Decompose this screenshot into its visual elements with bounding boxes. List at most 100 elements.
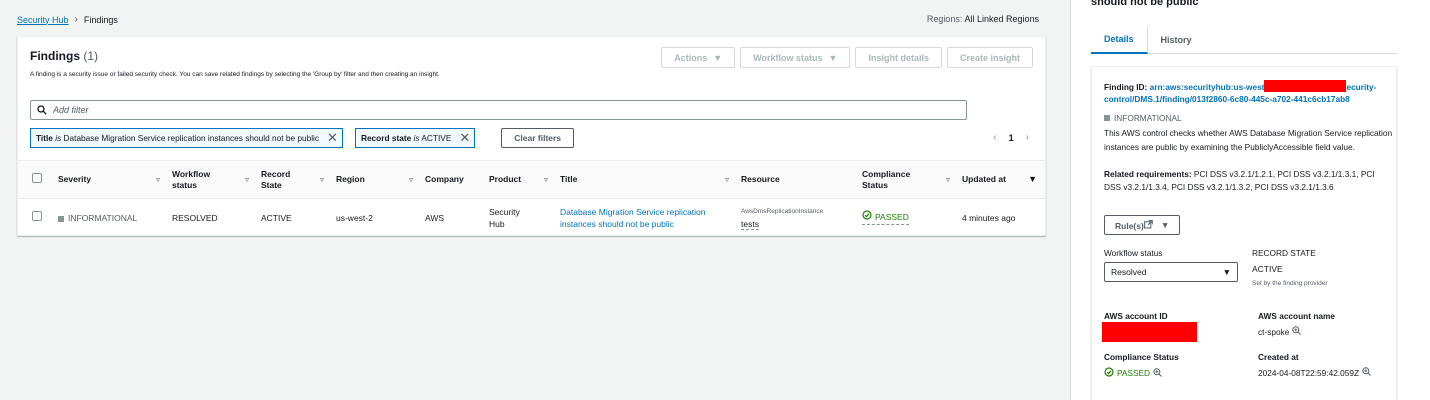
caret-down-icon: ▼ — [713, 52, 723, 63]
sort-icon: ▿ — [724, 175, 729, 184]
workflow-status-label: Workflow status — [1104, 248, 1163, 258]
header-region[interactable]: Region ▿ — [330, 160, 419, 199]
caret-down-icon: ▼ — [1222, 267, 1231, 277]
actions-button-label: Actions — [674, 52, 708, 63]
header-severity[interactable]: Severity ▿ — [52, 160, 166, 199]
detail-title: should not be public — [1091, 0, 1199, 8]
header-label: Updated at — [962, 174, 1006, 184]
sort-icon: ▿ — [155, 175, 160, 184]
zoom-in-icon[interactable] — [1292, 326, 1302, 337]
detail-description: This AWS control checks whether AWS Data… — [1104, 128, 1393, 152]
severity-square-icon — [1104, 115, 1110, 121]
workflow-status-select[interactable]: Resolved ▼ — [1104, 262, 1238, 282]
create-insight-button[interactable]: Create insight — [946, 47, 1033, 68]
caret-down-icon: ▼ — [1160, 220, 1170, 230]
header-workflow-status[interactable]: Workflow status ▿ — [166, 160, 255, 199]
zoom-in-icon[interactable] — [1362, 367, 1371, 378]
header-updated-at[interactable]: Updated at ▼ — [956, 160, 1045, 199]
findings-count: (1) — [83, 49, 99, 63]
header-product[interactable]: Product ▿ — [483, 160, 554, 199]
redaction-mark — [1102, 322, 1197, 342]
actions-button[interactable]: Actions ▼ — [661, 47, 736, 68]
workflow-status-button[interactable]: Workflow status ▼ — [740, 47, 851, 68]
filter-token-record-state[interactable]: Record state is ACTIVE ✕ — [354, 128, 476, 148]
breadcrumb-security-hub[interactable]: Security Hub — [17, 15, 69, 25]
table-header-row: Severity ▿ Workflow status ▿ Record State ▿… — [18, 160, 1045, 199]
cell-updated-at: 4 minutes ago — [962, 212, 1016, 223]
finding-id: Finding ID: arn:aws:securityhub:us-west e… — [1104, 80, 1392, 105]
filter-value: ACTIVE — [421, 133, 452, 143]
filter-token-text: Record state is ACTIVE — [361, 133, 451, 143]
header-label: Resource — [741, 174, 780, 184]
detail-tabs: Details History — [1091, 26, 1397, 54]
resource-id[interactable]: tests — [741, 218, 759, 230]
rules-button[interactable]: Rule(s) ▼ — [1104, 215, 1181, 235]
severity-value: INFORMATIONAL — [68, 212, 138, 223]
row-select-cell — [18, 199, 52, 237]
chevron-left-icon[interactable]: ‹ — [993, 132, 996, 143]
finding-id-label: Finding ID: — [1104, 82, 1148, 92]
cell-product: Security Hub — [483, 199, 554, 237]
findings-title: Findings (1) — [30, 49, 98, 63]
tab-details[interactable]: Details — [1091, 26, 1148, 54]
header-compliance-status[interactable]: Compliance Status ▿ — [856, 160, 956, 199]
zoom-in-icon[interactable] — [1153, 367, 1162, 379]
findings-table: Severity ▿ Workflow status ▿ Record State ▿… — [18, 160, 1045, 237]
filter-value: Database Migration Service replication i… — [63, 133, 320, 143]
header-label: Product — [489, 174, 522, 184]
page-number[interactable]: 1 — [1009, 133, 1014, 143]
filter-token-title[interactable]: Title is Database Migration Service repl… — [30, 128, 343, 148]
tab-history[interactable]: History — [1148, 26, 1205, 54]
requirements-label: Related requirements: — [1104, 169, 1192, 179]
regions-label: Regions: — [926, 14, 963, 24]
header-label: Workflow status — [172, 168, 211, 190]
filter-search[interactable] — [30, 100, 967, 120]
finding-id-start: arn:aws:securityhub:us-west — [1149, 82, 1265, 92]
findings-description: A finding is a security issue or failed … — [30, 71, 440, 78]
cell-workflow-status: RESOLVED — [172, 212, 218, 223]
findings-title-text: Findings — [30, 49, 80, 63]
pagination: ‹ 1 › — [993, 132, 1029, 143]
header-title[interactable]: Title ▿ — [554, 160, 735, 199]
cell-resource: AwsDmsReplicationInstance tests — [735, 199, 856, 237]
filter-token-text: Title is Database Migration Service repl… — [36, 133, 319, 143]
detail-severity: INFORMATIONAL — [1104, 113, 1182, 123]
add-filter-input[interactable] — [53, 105, 933, 115]
compliance-status-label: Compliance Status — [1104, 352, 1179, 362]
check-circle-icon — [862, 210, 872, 223]
created-at-value: 2024-04-08T22:59:42.059Z — [1258, 367, 1360, 378]
record-state-note: Set by the finding provider — [1252, 280, 1328, 287]
select-all-checkbox[interactable] — [32, 173, 42, 183]
close-icon[interactable]: ✕ — [327, 130, 338, 146]
detail-severity-value: INFORMATIONAL — [1114, 113, 1182, 123]
header-label: Company — [425, 174, 464, 184]
insight-details-button[interactable]: Insight details — [855, 47, 942, 68]
aws-account-name-label: AWS account name — [1258, 311, 1335, 321]
compliance-status-value: PASSED — [875, 211, 909, 222]
findings-panel: Findings (1) A finding is a security iss… — [17, 36, 1046, 236]
finding-title-link[interactable]: Database Migration Service replication i… — [560, 207, 706, 229]
redaction-mark — [1264, 80, 1347, 92]
sort-descending-icon: ▼ — [1028, 174, 1037, 184]
header-record-state[interactable]: Record State ▿ — [255, 160, 330, 199]
main-content: Security Hub › Findings Regions: All Lin… — [0, 0, 1066, 400]
detail-compliance-status-value: PASSED — [1117, 368, 1151, 378]
clear-filters-button[interactable]: Clear filters — [501, 128, 575, 148]
header-resource: Resource — [735, 160, 856, 199]
regions-indicator: Regions: All Linked Regions — [927, 14, 1039, 24]
sort-icon: ▿ — [945, 175, 950, 184]
chevron-right-icon[interactable]: › — [1026, 132, 1029, 143]
detail-requirements: Related requirements: PCI DSS v3.2.1/1.2… — [1104, 168, 1394, 194]
filter-op: is — [413, 133, 420, 143]
check-circle-icon — [1104, 367, 1114, 379]
detail-compliance-status: PASSED — [1104, 367, 1162, 379]
filter-key: Record state — [360, 133, 412, 143]
severity-square-icon — [58, 215, 64, 222]
sort-icon: ▿ — [319, 175, 324, 184]
cell-severity: INFORMATIONAL — [52, 199, 166, 237]
table-row[interactable]: INFORMATIONAL RESOLVED ACTIVE us-west-2 … — [18, 199, 1045, 237]
close-icon[interactable]: ✕ — [459, 130, 470, 146]
compliance-status-badge[interactable]: PASSED — [862, 210, 909, 226]
row-checkbox[interactable] — [32, 211, 42, 222]
cell-compliance-status: PASSED — [856, 199, 956, 237]
